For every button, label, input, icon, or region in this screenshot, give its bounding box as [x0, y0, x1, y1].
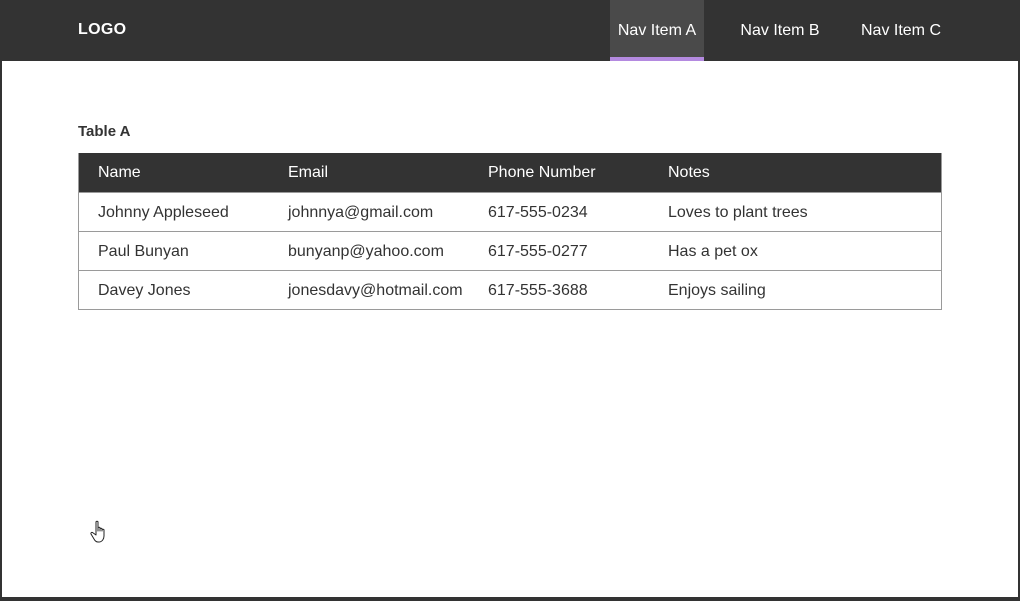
cell-email: jonesdavy@hotmail.com	[288, 282, 463, 299]
nav-item-a[interactable]: Nav Item A	[610, 0, 704, 61]
logo[interactable]: LOGO	[78, 21, 126, 39]
cell-name: Davey Jones	[98, 282, 191, 299]
cell-notes: Enjoys sailing	[668, 282, 766, 299]
cell-name: Paul Bunyan	[98, 243, 189, 260]
hand-pointer-icon	[90, 520, 105, 543]
top-nav-bar: LOGO Nav Item A Nav Item B Nav Item C	[0, 0, 1020, 61]
cell-email: bunyanp@yahoo.com	[288, 243, 444, 260]
table-row[interactable]: Paul Bunyan bunyanp@yahoo.com 617-555-02…	[79, 231, 941, 270]
table-row[interactable]: Johnny Appleseed johnnya@gmail.com 617-5…	[79, 192, 941, 231]
cell-notes: Has a pet ox	[668, 243, 758, 260]
column-header-name[interactable]: Name	[98, 153, 141, 192]
table-row[interactable]: Davey Jones jonesdavy@hotmail.com 617-55…	[79, 270, 941, 309]
nav-item-label: Nav Item C	[860, 22, 941, 39]
nav-item-c[interactable]: Nav Item C	[854, 0, 948, 61]
column-header-phone[interactable]: Phone Number	[488, 153, 596, 192]
column-header-email[interactable]: Email	[288, 153, 328, 192]
cell-phone: 617-555-3688	[488, 282, 588, 299]
cell-phone: 617-555-0277	[488, 243, 588, 260]
cell-phone: 617-555-0234	[488, 204, 588, 221]
cell-name: Johnny Appleseed	[98, 204, 229, 221]
cell-email: johnnya@gmail.com	[288, 204, 434, 221]
data-table: Name Email Phone Number Notes Johnny App…	[78, 153, 942, 310]
table-header: Name Email Phone Number Notes	[79, 153, 941, 192]
main-content: Table A Name Email Phone Number Notes Jo…	[2, 61, 1018, 597]
cell-notes: Loves to plant trees	[668, 204, 808, 221]
column-header-notes[interactable]: Notes	[668, 153, 710, 192]
nav-item-b[interactable]: Nav Item B	[733, 0, 827, 61]
app-window: LOGO Nav Item A Nav Item B Nav Item C Ta…	[0, 0, 1020, 601]
table-title: Table A	[78, 123, 131, 140]
nav-item-label: Nav Item B	[740, 22, 820, 39]
nav-item-label: Nav Item A	[617, 22, 697, 39]
